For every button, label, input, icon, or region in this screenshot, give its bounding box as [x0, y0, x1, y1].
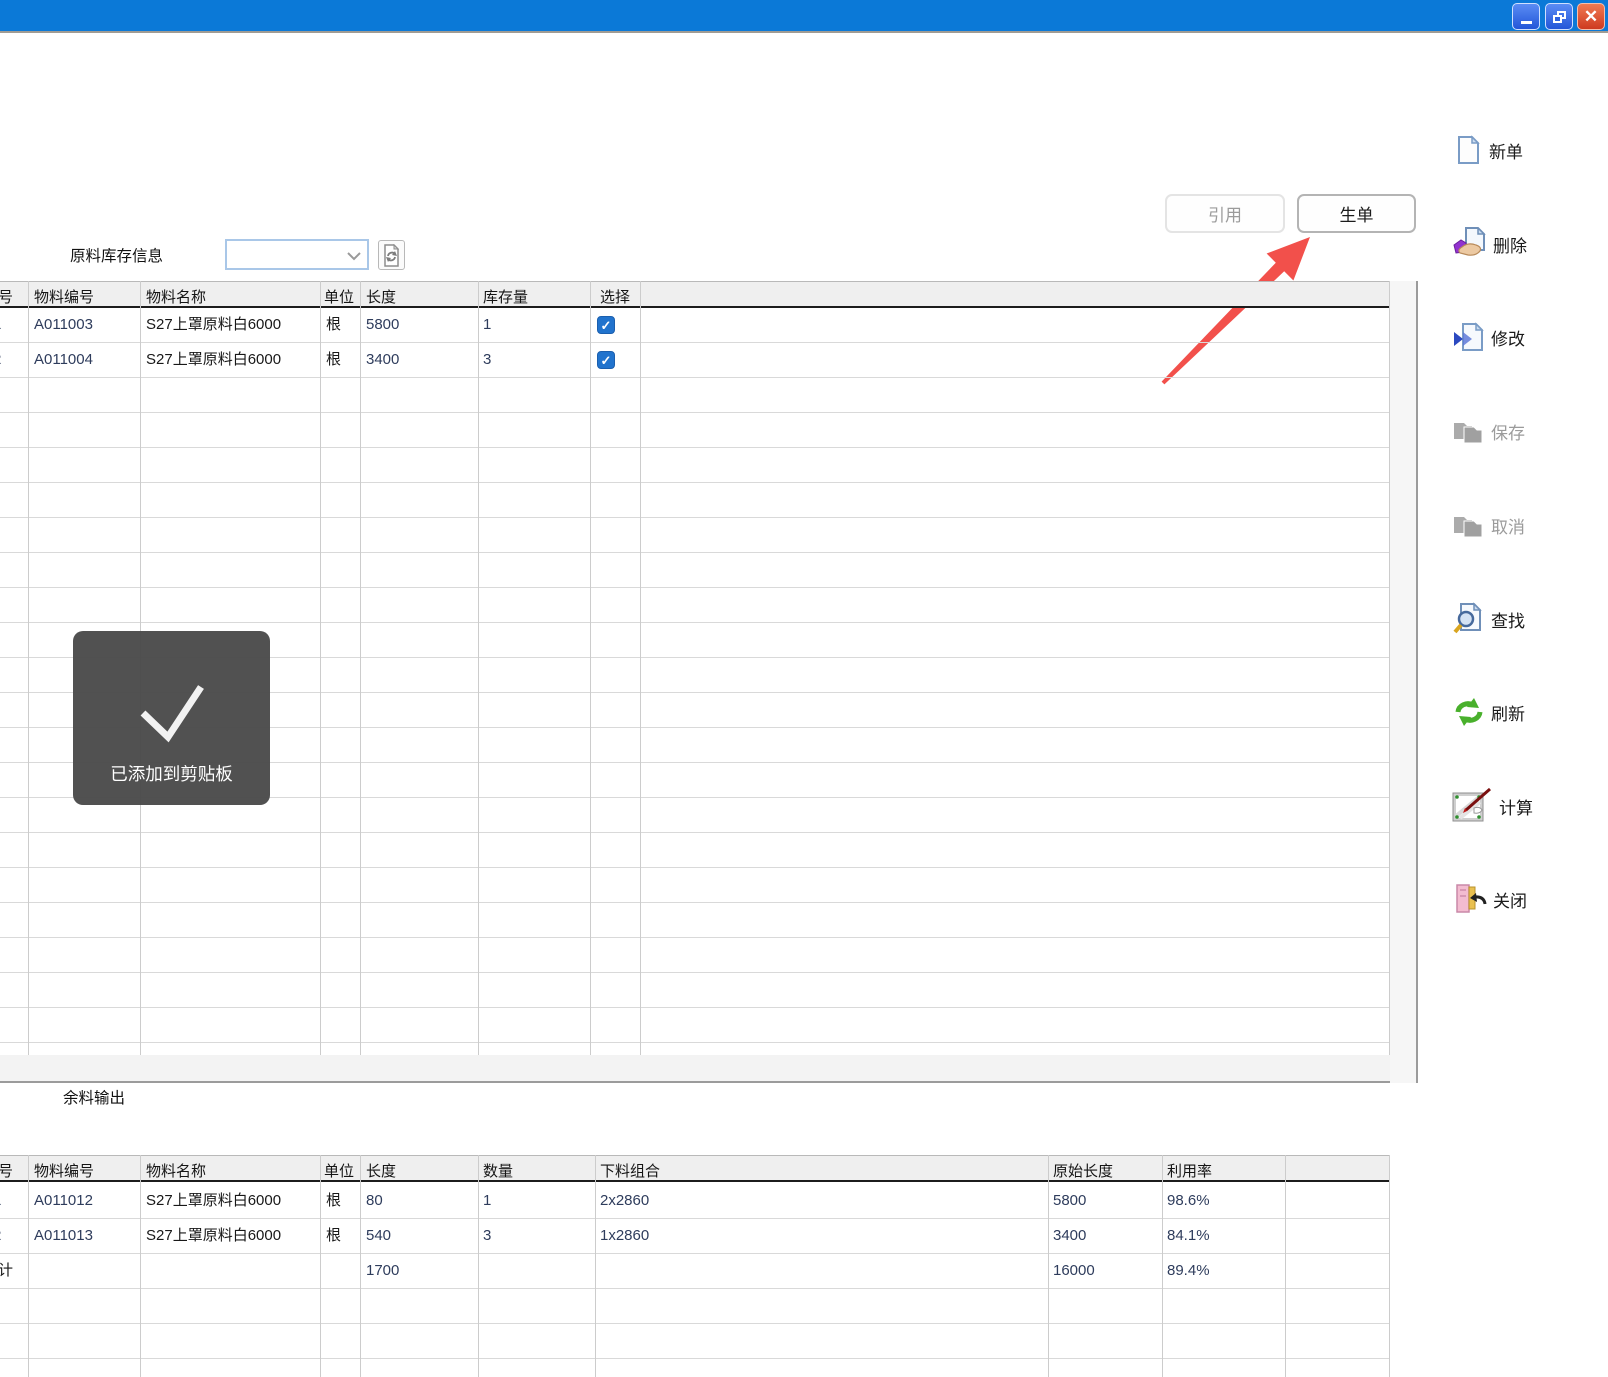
col-material-name: 物料名称 [146, 289, 207, 306]
stock-section-title: 原料库存信息 [70, 248, 164, 265]
cell-total-orig-length: 16000 [1053, 1262, 1095, 1279]
remnant-table-header: 序号 物料编号 物料名称 单位 长度 数量 下料组合 原始长度 利用率 [0, 1155, 1390, 1182]
minimize-icon [1520, 21, 1532, 24]
stock-combo-box[interactable] [225, 239, 369, 270]
row-checkbox[interactable]: ✓ [597, 316, 615, 334]
col-material-code: 物料编号 [34, 1163, 95, 1180]
stock-row-2[interactable]: 2 A011004 S27上罩原料白6000 根 3400 3 ✓ [0, 343, 1390, 378]
cell-unit: 根 [326, 1192, 342, 1209]
cell-qty: 3 [483, 1227, 492, 1244]
cell-length: 3400 [366, 351, 400, 368]
modify-doc-icon [1454, 322, 1484, 351]
cell-unit: 根 [326, 351, 342, 368]
restore-icon [1552, 10, 1566, 23]
remnant-row-2[interactable]: 2 A011013 S27上罩原料白6000 根 540 3 1x2860 34… [0, 1219, 1390, 1254]
col-material-code: 物料编号 [34, 289, 95, 306]
col-select: 选择 [600, 289, 631, 306]
cell-qty: 3 [483, 351, 492, 368]
cell-combo: 1x2860 [600, 1227, 650, 1244]
cell-qty: 1 [483, 1192, 492, 1209]
cell-code: A011013 [34, 1227, 93, 1244]
stock-table-vscrollbar[interactable] [1390, 281, 1418, 1083]
cell-name: S27上罩原料白6000 [146, 1192, 282, 1209]
restore-button[interactable] [1545, 3, 1573, 30]
cell-seq: 1 [0, 308, 1, 342]
combo-refresh-button[interactable] [378, 240, 405, 270]
cell-length: 80 [366, 1192, 383, 1209]
col-qty: 数量 [483, 1163, 514, 1180]
sidebar-item-save[interactable]: 保存 [1452, 411, 1604, 451]
remnant-table-empty-rows [0, 1289, 1390, 1377]
cell-qty: 1 [483, 316, 492, 333]
stock-row-1[interactable]: 1 A011003 S27上罩原料白6000 根 5800 1 ✓ [0, 308, 1390, 343]
col-seq: 序号 [0, 289, 14, 306]
cell-total-length: 1700 [366, 1262, 400, 1279]
col-material-name: 物料名称 [146, 1163, 207, 1180]
cell-combo: 2x2860 [600, 1192, 650, 1209]
cell-total-utilization: 89.4% [1167, 1262, 1210, 1279]
col-orig-length: 原始长度 [1053, 1163, 1114, 1180]
cell-code: A011003 [34, 316, 93, 333]
cancel-icon [1454, 517, 1483, 538]
remnant-total-row: 合计 1700 16000 89.4% [0, 1254, 1390, 1289]
sidebar-item-close[interactable]: 关闭 [1452, 879, 1604, 919]
cell-name: S27上罩原料白6000 [146, 1227, 282, 1244]
new-doc-icon [1458, 135, 1480, 164]
sidebar-item-refresh[interactable]: 刷新 [1452, 692, 1604, 732]
cell-seq: 1 [0, 1184, 1, 1218]
cell-code: A011004 [34, 351, 93, 368]
cell-name: S27上罩原料白6000 [146, 316, 282, 333]
sidebar-item-cancel[interactable]: 取消 [1452, 505, 1604, 545]
col-length: 长度 [366, 289, 397, 306]
cell-seq: 2 [0, 343, 1, 377]
sidebar-item-calculate[interactable]: 计算 [1452, 786, 1604, 826]
check-icon [140, 685, 204, 743]
sidebar-item-modify[interactable]: 修改 [1452, 317, 1604, 357]
delete-doc-icon [1453, 227, 1486, 256]
sidebar-item-new-order[interactable]: 新单 [1452, 130, 1604, 170]
sidebar-item-delete[interactable]: 删除 [1452, 224, 1604, 264]
minimize-button[interactable] [1512, 3, 1540, 30]
cell-total-label: 合计 [0, 1262, 14, 1279]
title-bar: ✕ [0, 0, 1608, 33]
cell-orig-length: 3400 [1053, 1227, 1087, 1244]
col-unit: 单位 [324, 289, 355, 306]
col-length: 长度 [366, 1163, 397, 1180]
chevron-down-icon [347, 252, 361, 261]
find-icon [1453, 602, 1482, 634]
cell-unit: 根 [326, 1227, 342, 1244]
remnant-row-1[interactable]: 1 A011012 S27上罩原料白6000 根 80 1 2x2860 580… [0, 1184, 1390, 1219]
refresh-icon [1455, 698, 1483, 726]
col-stock-qty: 库存量 [483, 289, 529, 306]
cell-utilization: 84.1% [1167, 1227, 1210, 1244]
cell-length: 5800 [366, 316, 400, 333]
calculate-icon [1452, 787, 1491, 822]
cell-code: A011012 [34, 1192, 93, 1209]
col-seq: 序号 [0, 1163, 14, 1180]
cell-orig-length: 5800 [1053, 1192, 1087, 1209]
cell-seq: 2 [0, 1219, 1, 1253]
clipboard-toast: 已添加到剪贴板 [73, 631, 270, 805]
remnant-table: 序号 物料编号 物料名称 单位 长度 数量 下料组合 原始长度 利用率 1 A0… [0, 1155, 1418, 1377]
toast-message: 已添加到剪贴板 [110, 764, 233, 784]
sidebar-item-find[interactable]: 查找 [1452, 599, 1604, 639]
col-cut-combo: 下料组合 [600, 1163, 661, 1180]
page-refresh-icon [384, 243, 400, 267]
close-button[interactable]: ✕ [1577, 3, 1605, 30]
col-utilization: 利用率 [1167, 1163, 1213, 1180]
stock-table-hscrollbar[interactable] [0, 1055, 1390, 1083]
cell-length: 540 [366, 1227, 392, 1244]
close-app-icon [1456, 884, 1487, 913]
save-icon [1454, 423, 1483, 444]
close-icon: ✕ [1583, 7, 1599, 26]
remnant-section-title: 余料输出 [63, 1090, 126, 1107]
row-checkbox[interactable]: ✓ [597, 351, 615, 369]
cell-name: S27上罩原料白6000 [146, 351, 282, 368]
stock-table-header: 序号 物料编号 物料名称 单位 长度 库存量 选择 [0, 281, 1390, 308]
cell-unit: 根 [326, 316, 342, 333]
cell-utilization: 98.6% [1167, 1192, 1210, 1209]
col-unit: 单位 [324, 1163, 355, 1180]
